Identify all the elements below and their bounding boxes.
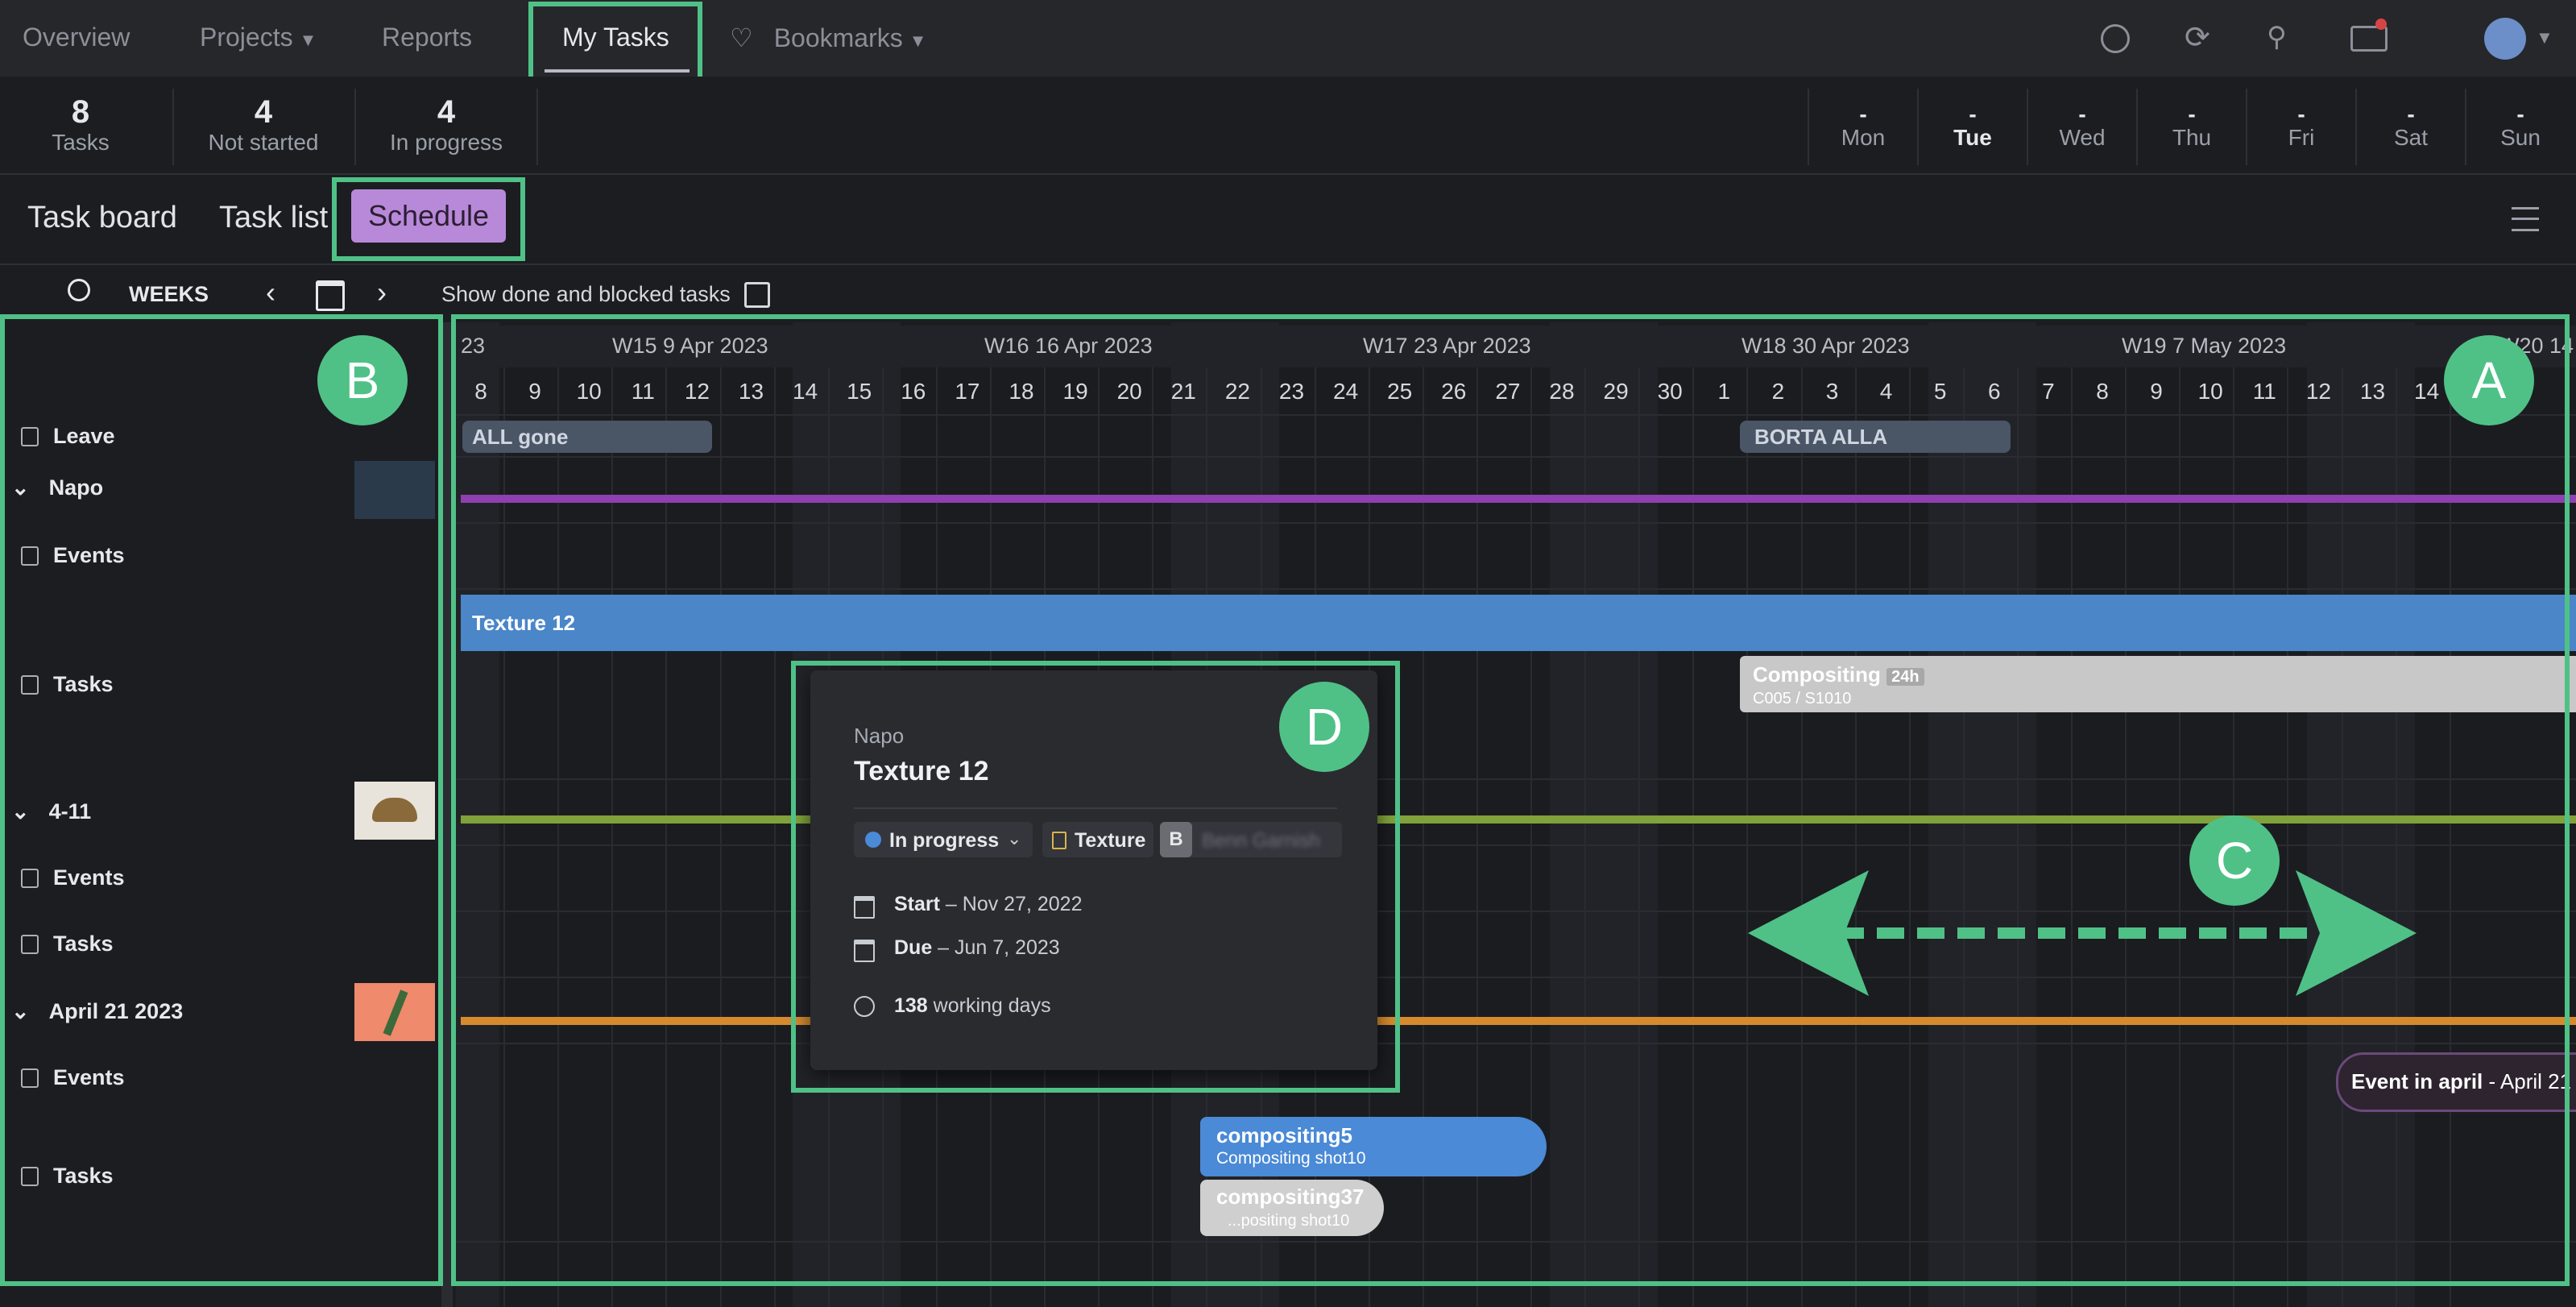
nav-projects[interactable]: Projects ▼	[200, 23, 317, 52]
chevron-down-icon: ▼	[299, 30, 317, 50]
day-wed: - Wed	[2030, 102, 2135, 151]
highlight-schedule	[332, 177, 525, 261]
day-divider	[1917, 89, 1919, 165]
nav-overview[interactable]: Overview	[23, 23, 130, 52]
menu-icon[interactable]	[2512, 207, 2539, 231]
nav-reports-label: Reports	[382, 23, 473, 52]
avatar[interactable]	[2484, 18, 2526, 60]
day-thu: - Thu	[2139, 102, 2244, 151]
notification-dot	[2375, 19, 2387, 30]
day-divider	[2246, 89, 2247, 165]
day-sat: - Sat	[2359, 102, 2463, 151]
chevron-down-icon: ▼	[909, 31, 927, 51]
clock-icon[interactable]	[2101, 24, 2130, 53]
stat-divider	[536, 89, 538, 165]
calendar-icon[interactable]	[316, 280, 345, 311]
stat-in-progress-count: 4	[437, 94, 456, 130]
sync-icon[interactable]: ⟳	[2185, 19, 2210, 56]
day-mon-value: -	[1859, 102, 1867, 127]
zoom-level-label[interactable]: WEEKS	[129, 282, 209, 307]
stat-in-progress-label: In progress	[389, 130, 503, 155]
search-icon[interactable]: ⚲	[2267, 21, 2287, 53]
stat-not-started: 4 Not started	[195, 94, 332, 156]
highlight-b-left-panel	[0, 314, 443, 1286]
nav-bookmarks[interactable]: ♡ Bookmarks ▼	[730, 23, 927, 53]
day-sun-value: -	[2516, 102, 2524, 127]
stat-not-started-count: 4	[254, 94, 273, 130]
chevron-down-icon[interactable]: ▼	[2536, 27, 2553, 48]
stat-not-started-label: Not started	[208, 130, 319, 155]
stat-in-progress: 4 In progress	[382, 94, 511, 156]
day-tue-label: Tue	[1953, 125, 1992, 150]
day-wed-label: Wed	[2059, 125, 2106, 150]
day-divider	[2355, 89, 2357, 165]
day-fri-label: Fri	[2288, 125, 2315, 150]
tab-task-list[interactable]: Task list	[219, 201, 328, 235]
day-sun: - Sun	[2468, 102, 2573, 151]
stat-divider	[172, 89, 174, 165]
show-done-label: Show done and blocked tasks	[441, 282, 731, 306]
top-nav-bar: Overview Projects ▼ Reports My Tasks ♡ Boo…	[0, 0, 2576, 77]
day-sat-value: -	[2407, 102, 2415, 127]
scroll-arrow-c	[1748, 870, 2417, 996]
stat-divider	[354, 89, 356, 165]
stat-tasks: 8 Tasks	[32, 94, 129, 156]
annotation-badge-b: B	[317, 335, 408, 425]
day-divider	[2465, 89, 2466, 165]
arrow-right-head	[2296, 870, 2417, 996]
day-fri: - Fri	[2249, 102, 2354, 151]
show-done-checkbox[interactable]	[744, 282, 770, 308]
next-chevron-icon[interactable]: ›	[377, 276, 387, 309]
nav-bookmarks-label: Bookmarks	[773, 23, 903, 52]
schedule-toolbar: WEEKS ‹ › Show done and blocked tasks	[0, 266, 2576, 321]
stat-tasks-label: Tasks	[52, 130, 110, 155]
stat-tasks-count: 8	[71, 94, 90, 130]
day-sun-label: Sun	[2500, 125, 2541, 150]
zoom-icon[interactable]	[68, 279, 90, 301]
annotation-badge-a: A	[2444, 335, 2534, 425]
day-fri-value: -	[2297, 102, 2305, 127]
day-sat-label: Sat	[2393, 125, 2429, 150]
day-tue: - Tue	[1920, 102, 2025, 151]
day-mon: - Mon	[1811, 102, 1915, 151]
day-divider	[2027, 89, 2028, 165]
day-mon-label: Mon	[1841, 125, 1886, 150]
prev-chevron-icon[interactable]: ‹	[266, 276, 275, 309]
tab-task-board[interactable]: Task board	[27, 201, 177, 235]
annotation-badge-d: D	[1279, 682, 1369, 772]
notifications-icon[interactable]	[2350, 19, 2388, 52]
heart-icon: ♡	[730, 23, 753, 52]
nav-reports[interactable]: Reports	[382, 23, 472, 52]
stats-bar: 8 Tasks 4 Not started 4 In progress - Mon…	[0, 77, 2576, 175]
nav-overview-label: Overview	[23, 23, 130, 52]
day-thu-value: -	[2188, 102, 2196, 127]
highlight-a-timeline	[451, 314, 2570, 1286]
day-tue-value: -	[1969, 102, 1977, 127]
day-divider	[2136, 89, 2138, 165]
day-divider	[1808, 89, 1809, 165]
day-thu-label: Thu	[2172, 125, 2212, 150]
day-wed-value: -	[2078, 102, 2086, 127]
nav-projects-label: Projects	[200, 23, 293, 52]
